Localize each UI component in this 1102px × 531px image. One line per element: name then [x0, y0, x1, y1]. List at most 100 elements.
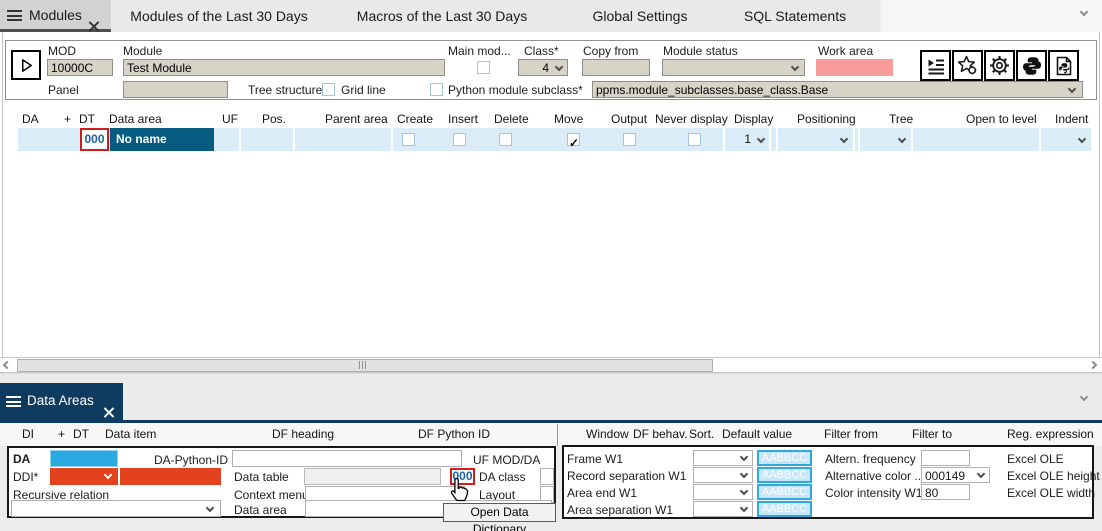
tab-data-areas-label: Data Areas: [27, 393, 94, 408]
run-list-icon: [926, 56, 946, 76]
excel-ole-label: Excel OLE: [1007, 453, 1064, 466]
tooltip: Open Data Dictionary: [443, 503, 556, 522]
python-subclass-select[interactable]: ppms.module_subclasses.base_class.Base: [592, 81, 1083, 98]
create-checkbox[interactable]: [402, 133, 415, 146]
record-separation-w1-select[interactable]: [693, 467, 753, 483]
display-select[interactable]: 1: [723, 128, 771, 151]
grid-line-checkbox[interactable]: [322, 83, 335, 96]
record-separation-w1-color[interactable]: AABBCC: [757, 467, 812, 483]
altern-frequency-field[interactable]: [921, 450, 970, 466]
altern-frequency-label: Altern. frequency: [825, 453, 916, 466]
tab-global-settings[interactable]: Global Settings: [593, 0, 688, 32]
chevron-down-icon: [104, 471, 112, 479]
tab-modules-label: Modules: [29, 0, 82, 31]
col-output: Output: [611, 112, 647, 126]
chevron-down-icon: [740, 504, 748, 512]
tab-macros-last-30-days[interactable]: Macros of the Last 30 Days: [357, 0, 527, 32]
alternative-color-select[interactable]: 000149: [921, 467, 990, 483]
python-subclass-checkbox[interactable]: [430, 83, 443, 96]
grid-line-label: Grid line: [341, 84, 386, 97]
scrollbar-thumb[interactable]: [17, 359, 713, 372]
frame-w1-label: Frame W1: [567, 453, 623, 466]
col-create: Create: [397, 112, 433, 126]
area-separation-w1-select[interactable]: [693, 501, 753, 517]
col-df-python-id: DF Python ID: [418, 427, 490, 441]
row-dt-cell[interactable]: 000: [80, 128, 109, 151]
checkmark-icon: ✓: [569, 136, 579, 150]
add-row-button[interactable]: +: [64, 112, 71, 126]
frame-w1-color[interactable]: AABBCC: [757, 450, 812, 466]
excel-ole-width-label: Excel OLE width: [1007, 487, 1095, 500]
frame-w1-select[interactable]: [693, 450, 753, 466]
class-select[interactable]: 4: [518, 59, 568, 76]
col-default-value: Default value: [722, 427, 792, 441]
chevron-down-icon: [757, 135, 765, 143]
run-module-button[interactable]: [11, 50, 41, 80]
bottom-tab-bar: [0, 383, 1102, 420]
chevron-down-icon: [740, 453, 748, 461]
data-table-field[interactable]: [304, 468, 441, 485]
row-data-area-cell[interactable]: No name: [110, 128, 214, 151]
star-gear-button[interactable]: [952, 50, 983, 81]
settings-button[interactable]: [984, 50, 1015, 81]
ddi-name-field[interactable]: [120, 468, 221, 485]
recursive-relation-select[interactable]: [11, 500, 221, 517]
col-filter-to: Filter to: [912, 427, 952, 441]
tab-modules-last-30-days[interactable]: Modules of the Last 30 Days: [130, 0, 307, 32]
tab-sql-statements[interactable]: SQL Statements: [744, 0, 846, 32]
col-move: Move: [554, 112, 583, 126]
delete-checkbox[interactable]: [499, 133, 512, 146]
col-window: Window: [586, 427, 629, 441]
area-end-w1-color[interactable]: AABBCC: [757, 484, 812, 500]
python-file-button[interactable]: [1048, 50, 1079, 81]
area-end-w1-select[interactable]: [693, 484, 753, 500]
data-table-label: Data table: [234, 471, 289, 484]
col-df-heading: DF heading: [272, 427, 334, 441]
module-status-select[interactable]: [662, 59, 805, 76]
insert-checkbox[interactable]: [453, 133, 466, 146]
context-menu-label: Context menu: [234, 489, 309, 502]
area-end-w1-label: Area end W1: [567, 487, 637, 500]
add-item-button[interactable]: +: [58, 427, 65, 441]
move-checkbox[interactable]: ✓: [567, 133, 580, 146]
main-mod-checkbox[interactable]: [477, 61, 490, 74]
gear-icon: [989, 55, 1010, 76]
mod-field[interactable]: 10000C: [47, 59, 113, 76]
hamburger-icon[interactable]: [7, 10, 22, 21]
work-area-field[interactable]: [816, 59, 893, 76]
da-python-id-field[interactable]: [232, 450, 462, 467]
mod-label: MOD: [48, 45, 76, 58]
alternative-color-label: Alternative color ...: [825, 470, 924, 483]
scrollbar-grip-icon: [362, 361, 363, 369]
col-tree: Tree: [889, 112, 913, 126]
da-field[interactable]: [50, 450, 118, 467]
tab-modules[interactable]: Modules: [0, 0, 111, 32]
tab-data-areas[interactable]: Data Areas: [0, 383, 123, 420]
close-icon[interactable]: [103, 407, 114, 418]
col-parent-area: Parent area: [325, 112, 388, 126]
close-icon[interactable]: [88, 21, 99, 32]
copy-from-field[interactable]: [582, 59, 650, 76]
da-class-field[interactable]: [540, 468, 554, 485]
col-indent: Indent: [1055, 112, 1088, 126]
indent-select[interactable]: [1039, 128, 1093, 151]
area-separation-w1-color[interactable]: AABBCC: [757, 501, 812, 517]
col-pos: Pos.: [262, 112, 286, 126]
positioning-select[interactable]: [776, 128, 855, 151]
never-display-checkbox[interactable]: [688, 133, 701, 146]
play-icon: [19, 58, 34, 73]
module-field[interactable]: Test Module: [123, 59, 445, 76]
python-button[interactable]: [1016, 50, 1047, 81]
panel-field[interactable]: [123, 81, 228, 98]
chevron-down-icon: [977, 470, 985, 478]
run-list-button[interactable]: [920, 50, 951, 81]
ddi-select[interactable]: [50, 468, 118, 485]
col-delete: Delete: [494, 112, 529, 126]
col-dt: DT: [79, 112, 95, 126]
output-checkbox[interactable]: [623, 133, 636, 146]
color-intensity-field[interactable]: 80: [921, 484, 970, 500]
hamburger-icon[interactable]: [6, 396, 21, 407]
tree-select[interactable]: [858, 128, 913, 151]
col-uf: UF: [222, 112, 238, 126]
module-status-label: Module status: [663, 45, 738, 58]
